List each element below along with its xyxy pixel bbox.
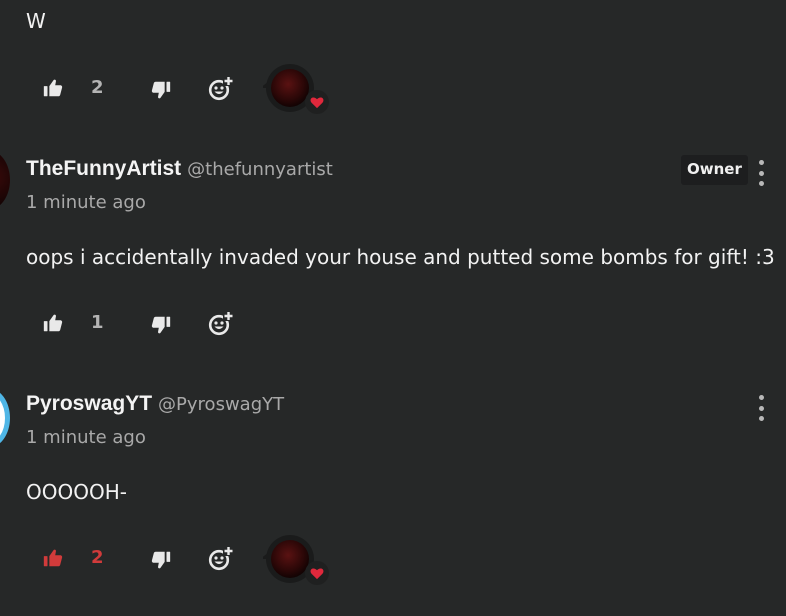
add-reaction-button[interactable]: [207, 75, 235, 103]
comment-header: TheFunnyArtist @thefunnyartist: [26, 157, 333, 181]
comment-timestamp[interactable]: 1 minute ago: [26, 192, 146, 213]
owner-badge: Owner: [681, 155, 748, 185]
add-reaction-button[interactable]: [207, 310, 235, 338]
heart-icon: [310, 567, 324, 580]
avatar[interactable]: [0, 150, 10, 210]
thumbs-down-icon: [150, 79, 172, 101]
author-name[interactable]: PyroswagYT: [26, 392, 152, 415]
creator-heart: [260, 535, 329, 585]
more-options-button[interactable]: [756, 395, 766, 421]
comment-text: OOOOOH-: [26, 480, 127, 504]
thumbs-up-icon: [42, 77, 64, 99]
more-vertical-icon: [758, 395, 764, 400]
heart-icon: [310, 96, 324, 109]
author-handle[interactable]: @PyroswagYT: [158, 394, 284, 415]
add-reaction-icon: [208, 76, 234, 102]
author-name[interactable]: TheFunnyArtist: [26, 157, 181, 180]
thumbs-down-icon: [150, 314, 172, 336]
comment-timestamp[interactable]: 1 minute ago: [26, 427, 146, 448]
more-options-button[interactable]: [756, 160, 766, 186]
like-count: 2: [91, 77, 104, 98]
like-count: 2: [91, 547, 104, 568]
creator-heart: [260, 64, 329, 114]
avatar[interactable]: [0, 388, 10, 448]
add-reaction-icon: [208, 311, 234, 337]
like-count: 1: [91, 312, 104, 333]
dislike-button[interactable]: [149, 313, 173, 337]
like-button[interactable]: [41, 546, 65, 570]
comment-header: PyroswagYT @PyroswagYT: [26, 392, 284, 416]
author-handle[interactable]: @thefunnyartist: [187, 159, 333, 180]
dislike-button[interactable]: [149, 78, 173, 102]
thumbs-down-icon: [150, 549, 172, 571]
dislike-button[interactable]: [149, 548, 173, 572]
more-vertical-icon: [758, 160, 764, 165]
like-button[interactable]: [41, 76, 65, 100]
add-reaction-button[interactable]: [207, 545, 235, 573]
add-reaction-icon: [208, 546, 234, 572]
comment-text: W: [26, 9, 46, 33]
creator-avatar: [260, 64, 329, 114]
thumbs-up-icon: [42, 547, 64, 569]
comment-text: oops i accidentally invaded your house a…: [26, 245, 775, 269]
creator-avatar: [260, 535, 329, 585]
like-button[interactable]: [41, 311, 65, 335]
thumbs-up-icon: [42, 312, 64, 334]
